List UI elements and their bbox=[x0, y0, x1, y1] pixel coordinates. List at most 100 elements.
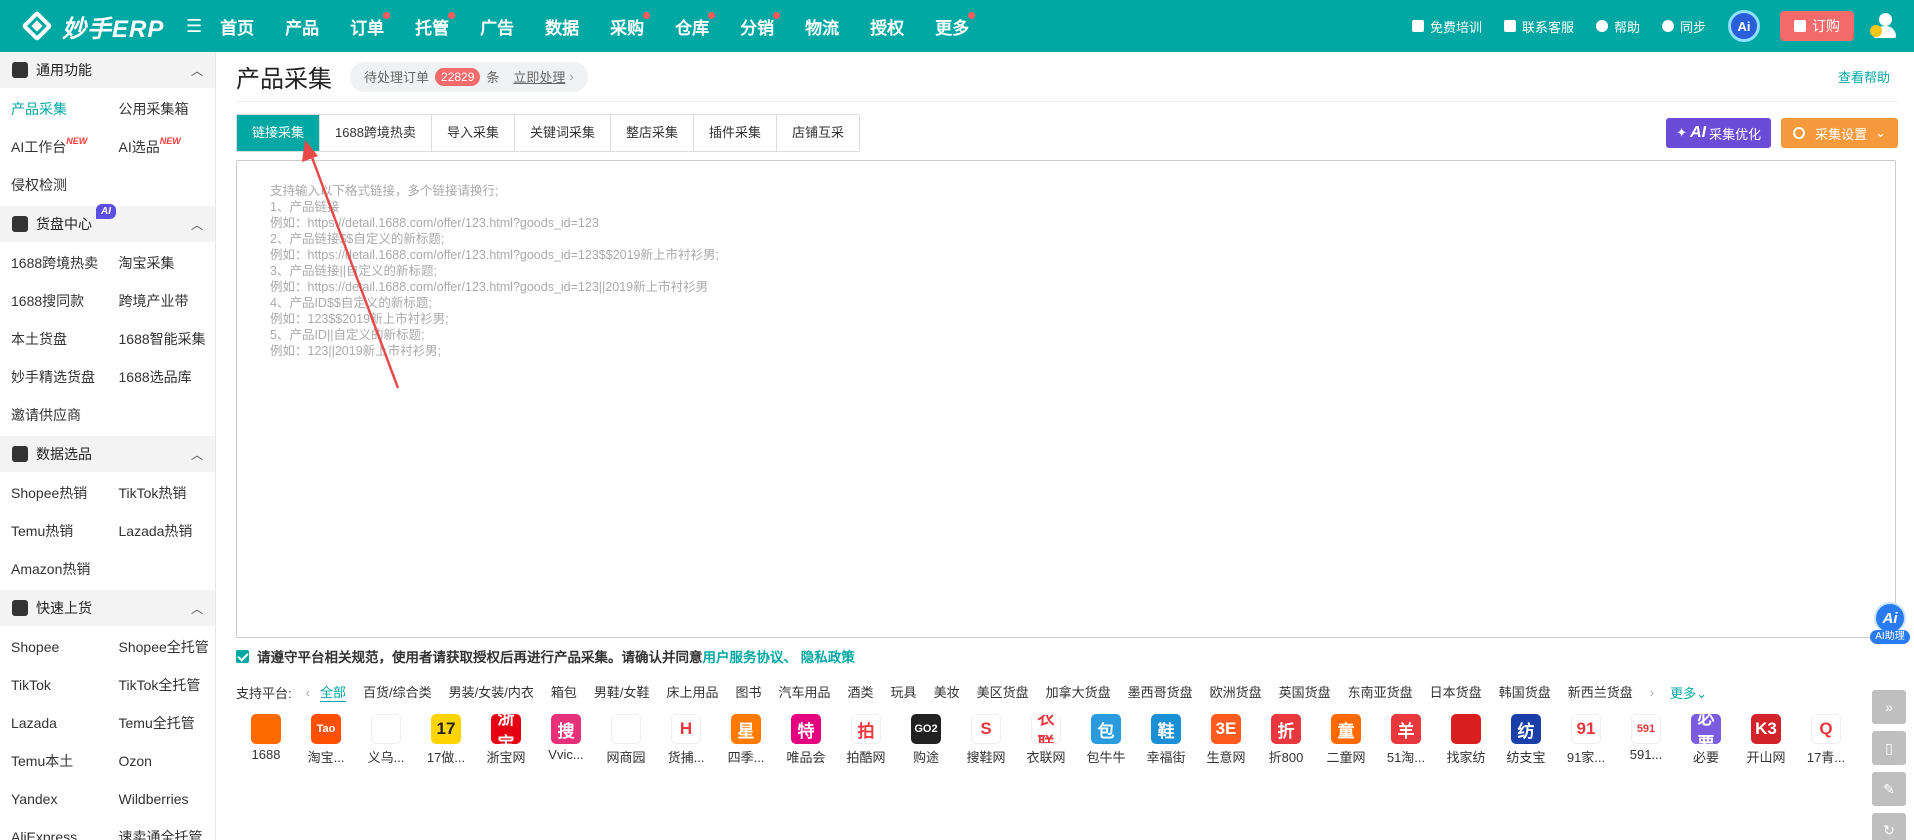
sidebar-item[interactable]: Shopee bbox=[0, 628, 108, 666]
platform-item[interactable]: 羊 51淘... bbox=[1376, 714, 1436, 766]
sidebar-item[interactable]: 1688智能采集 bbox=[108, 320, 216, 358]
nav-item[interactable]: 物流 bbox=[805, 14, 839, 39]
sidebar-section-header[interactable]: 通用功能 ︿ bbox=[0, 52, 215, 88]
agree-checkbox[interactable] bbox=[236, 649, 249, 663]
platform-item[interactable]: 特唯品会 bbox=[776, 714, 836, 766]
platform-item[interactable]: 童二童网 bbox=[1316, 714, 1376, 766]
platform-tab[interactable]: 韩国货盘 bbox=[1499, 682, 1551, 702]
sidebar-item[interactable]: Shopee热销 bbox=[0, 474, 108, 512]
platform-item[interactable]: 1688 bbox=[236, 714, 296, 766]
sidebar-item[interactable]: TikTok bbox=[0, 666, 108, 704]
sidebar-item[interactable]: Temu本土 bbox=[0, 742, 108, 780]
platform-tab[interactable]: 墨西哥货盘 bbox=[1128, 682, 1193, 702]
platform-tab[interactable]: 欧洲货盘 bbox=[1210, 682, 1262, 702]
platform-tab[interactable]: 东南亚货盘 bbox=[1348, 682, 1413, 702]
nav-item[interactable]: 广告 bbox=[480, 14, 514, 39]
platform-item[interactable]: 纺纺支宝 bbox=[1496, 714, 1556, 766]
sidebar-item[interactable]: TikTok热销 bbox=[108, 474, 216, 512]
platform-tab[interactable]: 玩具 bbox=[891, 682, 917, 702]
view-help-link[interactable]: 查看帮助 bbox=[1838, 67, 1890, 86]
order-button[interactable]: 订购 bbox=[1780, 11, 1854, 41]
sidebar-item[interactable]: 跨境产业带 bbox=[108, 282, 216, 320]
nav-item[interactable]: 产品 bbox=[285, 14, 319, 39]
sidebar-item[interactable]: Temu全托管 bbox=[108, 704, 216, 742]
refresh-icon[interactable]: ↻ bbox=[1872, 813, 1906, 840]
sidebar-item[interactable]: TikTok全托管 bbox=[108, 666, 216, 704]
free-training-link[interactable]: 免费培训 bbox=[1411, 17, 1482, 36]
sidebar-item[interactable]: Ozon bbox=[108, 742, 216, 780]
sidebar-section-header[interactable]: 快速上货 ︿ bbox=[0, 590, 215, 626]
sidebar-item[interactable]: Yandex bbox=[0, 780, 108, 818]
platform-tab[interactable]: 床上用品 bbox=[666, 682, 718, 702]
contact-support-link[interactable]: 联系客服 bbox=[1503, 17, 1574, 36]
platform-tab[interactable]: 全部 bbox=[319, 682, 346, 702]
sidebar-item[interactable]: AI工作台 NEW bbox=[0, 128, 108, 166]
sidebar-item[interactable]: AI选品 NEW bbox=[108, 128, 216, 166]
platform-tab[interactable]: 加拿大货盘 bbox=[1046, 682, 1111, 702]
platform-tab[interactable]: 新西兰货盘 bbox=[1568, 682, 1633, 702]
sidebar-item[interactable]: 1688跨境热卖 bbox=[0, 244, 108, 282]
sidebar-item[interactable]: 本土货盘 bbox=[0, 320, 108, 358]
platform-item[interactable]: 包包牛牛 bbox=[1076, 714, 1136, 766]
platform-tab[interactable]: 汽车用品 bbox=[779, 682, 831, 702]
nav-item[interactable]: 订单 bbox=[350, 11, 391, 39]
sidebar-item[interactable]: 侵权检测 bbox=[0, 166, 108, 204]
user-avatar-icon[interactable] bbox=[1870, 11, 1900, 41]
chevron-right-icon[interactable]: › bbox=[1650, 685, 1654, 700]
nav-item[interactable]: 数据 bbox=[545, 14, 579, 39]
platform-item[interactable]: Q 17青... bbox=[1796, 714, 1856, 766]
platform-item[interactable]: 3E 生意网 bbox=[1196, 714, 1256, 766]
nav-item[interactable]: 采购 bbox=[610, 11, 651, 39]
collect-tab[interactable]: 整店采集 bbox=[610, 115, 694, 151]
platform-item[interactable]: 浙宝 浙宝网 bbox=[476, 714, 536, 766]
nav-item[interactable]: 分销 bbox=[740, 11, 781, 39]
sidebar-item[interactable]: Amazon热销 bbox=[0, 550, 108, 588]
platform-item[interactable]: Tao 淘宝... bbox=[296, 714, 356, 766]
platform-item[interactable]: H 货捕... bbox=[656, 714, 716, 766]
sidebar-section-header[interactable]: 数据选品 ︿ bbox=[0, 436, 215, 472]
platform-item[interactable]: 找家纺 bbox=[1436, 714, 1496, 766]
nav-item[interactable]: 更多 bbox=[935, 11, 976, 39]
collect-tab[interactable]: 店铺互采 bbox=[777, 115, 860, 151]
nav-item[interactable]: 托管 bbox=[415, 11, 456, 39]
platform-item[interactable]: 衣联 衣联网 bbox=[1016, 714, 1076, 766]
platform-tab[interactable]: 百货/综合类 bbox=[363, 682, 432, 702]
more-platforms-link[interactable]: 更多⌄ bbox=[1670, 683, 1707, 702]
platform-item[interactable]: 17 17做... bbox=[416, 714, 476, 766]
sidebar-item[interactable]: 1688搜同款 bbox=[0, 282, 108, 320]
collect-tab[interactable]: 插件采集 bbox=[693, 115, 777, 151]
platform-item[interactable]: 义乌... bbox=[356, 714, 416, 766]
sidebar-item[interactable]: Lazada bbox=[0, 704, 108, 742]
platform-tab[interactable]: 日本货盘 bbox=[1430, 682, 1482, 702]
sidebar-item[interactable]: 1688选品库 bbox=[108, 358, 216, 396]
sidebar-item[interactable]: AliExpress bbox=[0, 818, 108, 840]
platform-item[interactable]: 搜 Vvic... bbox=[536, 714, 596, 766]
sidebar-item[interactable]: 淘宝采集 bbox=[108, 244, 216, 282]
platform-tab[interactable]: 酒类 bbox=[848, 682, 874, 702]
sidebar-item[interactable]: 速卖通全托管 bbox=[108, 818, 216, 840]
platform-tab[interactable]: 美妆 bbox=[934, 682, 960, 702]
ai-badge-button[interactable]: Ai bbox=[1728, 10, 1760, 42]
ai-optimize-button[interactable]: ✦ AI 采集优化 bbox=[1666, 118, 1772, 148]
sidebar-item[interactable]: 妙手精选货盘 bbox=[0, 358, 108, 396]
sidebar-item[interactable]: 产品采集 bbox=[0, 90, 108, 128]
platform-item[interactable]: 拍拍酷网 bbox=[836, 714, 896, 766]
sync-link[interactable]: 同步 bbox=[1661, 17, 1706, 36]
sidebar-item[interactable]: Lazada热销 bbox=[108, 512, 216, 550]
expand-icon[interactable]: » bbox=[1872, 690, 1906, 724]
collect-tab[interactable]: 1688跨境热卖 bbox=[320, 115, 432, 151]
app-logo[interactable]: 妙手ERP bbox=[18, 7, 186, 45]
nav-item[interactable]: 仓库 bbox=[675, 11, 716, 39]
sidebar-item[interactable]: Wildberries bbox=[108, 780, 216, 818]
platform-item[interactable]: GO2 购途 bbox=[896, 714, 956, 766]
platform-item[interactable]: 折折800 bbox=[1256, 714, 1316, 766]
platform-tab[interactable]: 箱包 bbox=[551, 682, 577, 702]
nav-item[interactable]: 授权 bbox=[870, 14, 904, 39]
ai-assistant-button[interactable]: Ai AI助理 bbox=[1870, 602, 1910, 650]
platform-item[interactable]: 网商园 bbox=[596, 714, 656, 766]
nav-item[interactable]: 首页 bbox=[220, 14, 254, 39]
platform-tab[interactable]: 男鞋/女鞋 bbox=[594, 682, 650, 702]
collect-tab[interactable]: 关键词采集 bbox=[514, 115, 611, 151]
platform-tab[interactable]: 男装/女装/内衣 bbox=[449, 682, 534, 702]
platform-item[interactable]: S 搜鞋网 bbox=[956, 714, 1016, 766]
